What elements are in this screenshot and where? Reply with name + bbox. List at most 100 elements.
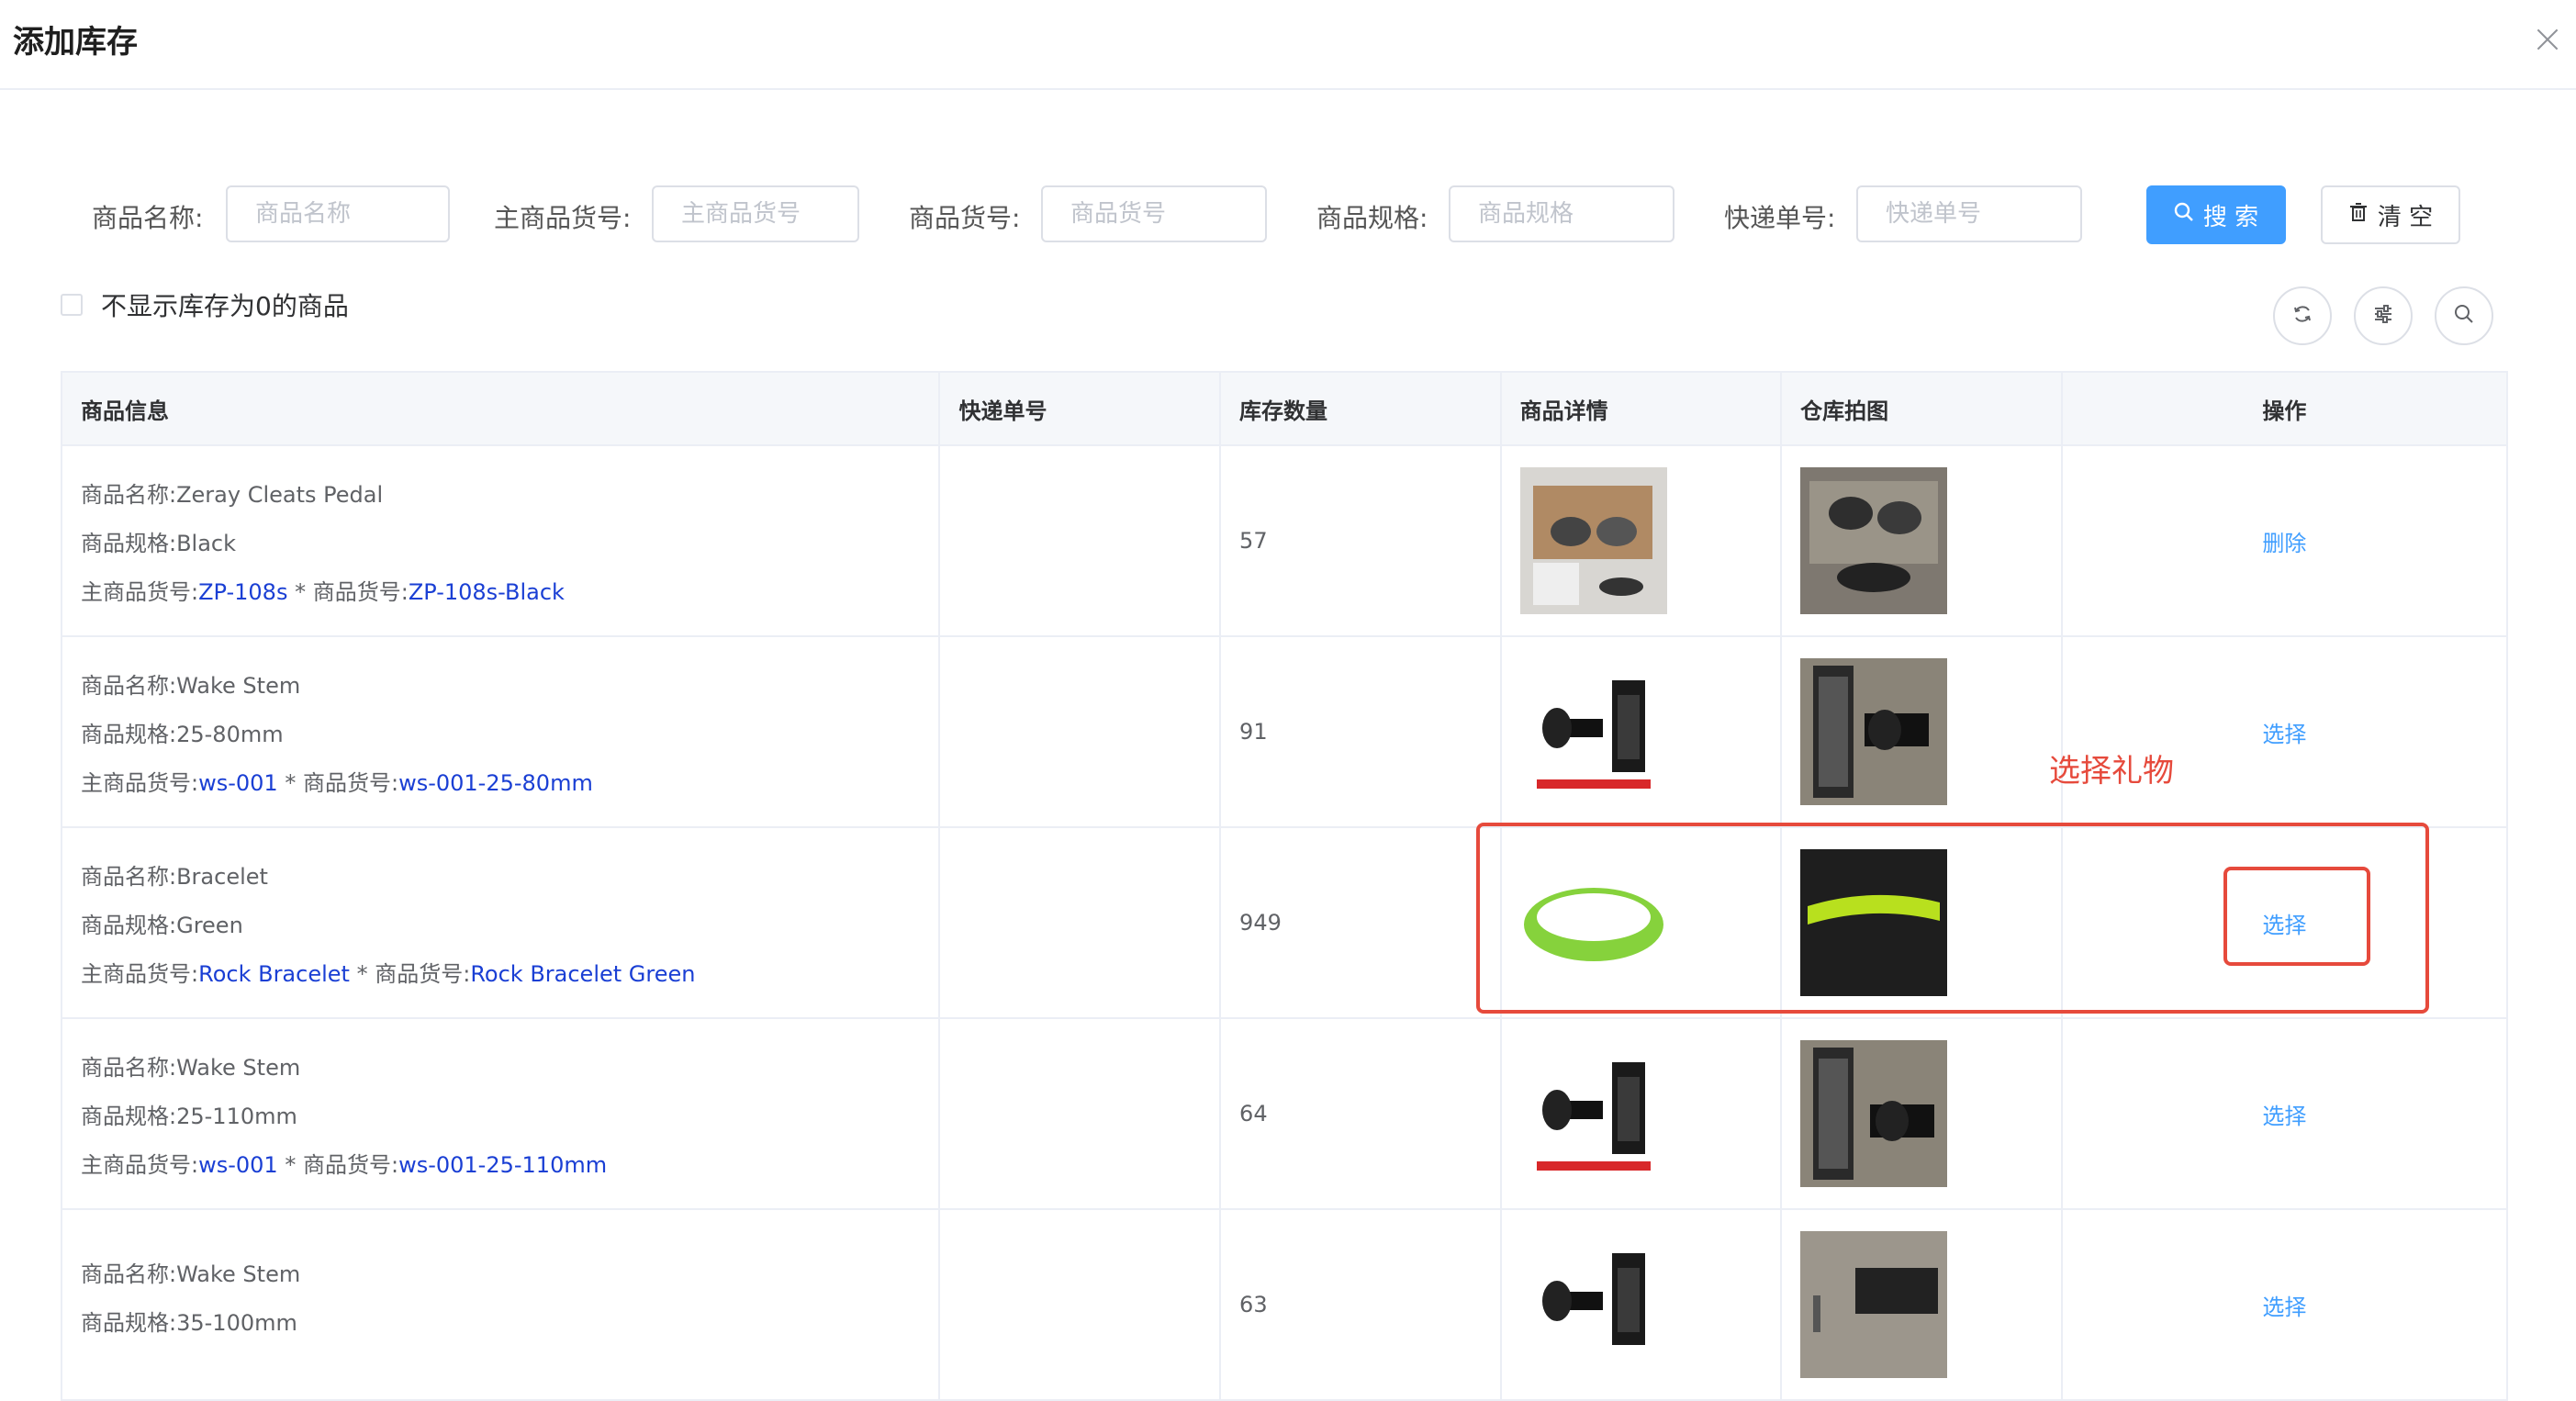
spec-label: 商品规格: [81, 530, 177, 556]
product-name: Wake Stem [176, 1261, 301, 1287]
main-sku: Rock Bracelet [198, 960, 350, 987]
stock-cell: 91 [1221, 637, 1502, 826]
name-label: 商品名称: [81, 481, 177, 508]
refresh-icon [2291, 303, 2313, 329]
warehouse-photo[interactable] [1800, 467, 1948, 614]
clear-button-label: 清 空 [2377, 203, 2434, 231]
product-info: 商品名称:Bracelet 商品规格:Green 主商品货号:Rock Brac… [81, 858, 695, 988]
main-sku: ZP-108s [198, 578, 288, 605]
filter-label-sku: 商品货号: [909, 203, 1021, 233]
hide-zero-stock-option[interactable]: 不显示库存为0的商品 [61, 286, 349, 323]
main-sku-label: 主商品货号: [81, 578, 199, 605]
table-header: 商品信息 快递单号 库存数量 商品详情 仓库拍图 操作 [62, 373, 2506, 446]
product-spec: 35-100mm [176, 1310, 297, 1336]
select-link[interactable]: 选择 [2262, 716, 2306, 748]
settings-sliders-icon [2372, 303, 2394, 329]
column-header-actions: 操作 [2262, 398, 2307, 424]
column-settings-button[interactable] [2354, 286, 2413, 345]
search-icon [2453, 303, 2475, 329]
product-detail-image[interactable] [1519, 467, 1667, 614]
main-sku: ws-001 [198, 769, 278, 796]
sku-label: 商品货号: [375, 960, 471, 987]
tracking-cell [940, 1019, 1222, 1208]
dialog-title: 添加库存 [13, 24, 138, 61]
product-name: Wake Stem [176, 672, 301, 699]
search-icon [2174, 201, 2194, 229]
column-header-product-info: 商品信息 [62, 373, 941, 444]
sku: ZP-108s-Black [408, 578, 565, 605]
dialog-header: 添加库存 [0, 0, 2576, 90]
product-info: 商品名称:Wake Stem 商品规格:35-100mm [81, 1256, 300, 1353]
product-detail-image[interactable] [1519, 1231, 1667, 1378]
spec-label: 商品规格: [81, 912, 177, 938]
select-link[interactable]: 选择 [2262, 1098, 2306, 1130]
sku-label: 商品货号: [302, 1151, 399, 1178]
product-name: Bracelet [176, 863, 268, 890]
tracking-cell [940, 637, 1222, 826]
product-info: 商品名称:Wake Stem 商品规格:25-80mm 主商品货号:ws-001… [81, 667, 593, 797]
spec-label: 商品规格: [81, 1103, 177, 1129]
toggle-search-button[interactable] [2435, 286, 2493, 345]
column-header-product-detail: 商品详情 [1502, 373, 1783, 444]
warehouse-photo[interactable] [1800, 658, 1948, 805]
sku-separator: * [287, 578, 313, 605]
sku-separator: * [277, 1151, 303, 1178]
delete-link[interactable]: 删除 [2262, 525, 2306, 557]
spec-label: 商品规格: [81, 1310, 177, 1336]
name-label: 商品名称: [81, 863, 177, 890]
main-sku-label: 主商品货号: [81, 960, 199, 987]
table-row: 商品名称:Wake Stem 商品规格:35-100mm 63 选择 [62, 1210, 2506, 1401]
name-label: 商品名称: [81, 672, 177, 699]
filter-label-tracking: 快递单号: [1724, 203, 1836, 233]
hide-zero-stock-checkbox[interactable] [61, 294, 83, 316]
main-sku-input[interactable] [652, 185, 859, 242]
tracking-input[interactable] [1856, 185, 2082, 242]
sku: ws-001-25-80mm [398, 769, 593, 796]
product-name: Wake Stem [176, 1054, 301, 1081]
search-button[interactable]: 搜 索 [2146, 185, 2286, 244]
main-sku: ws-001 [198, 1151, 278, 1178]
product-spec: Green [176, 912, 243, 938]
search-button-label: 搜 索 [2202, 203, 2259, 231]
product-detail-image[interactable] [1519, 658, 1667, 805]
warehouse-photo[interactable] [1800, 1231, 1948, 1378]
column-header-tracking: 快递单号 [940, 373, 1222, 444]
product-info: 商品名称:Zeray Cleats Pedal 商品规格:Black 主商品货号… [81, 476, 565, 606]
sku: Rock Bracelet Green [470, 960, 696, 987]
spec-label: 商品规格: [81, 721, 177, 747]
sku: ws-001-25-110mm [398, 1151, 608, 1178]
sku-input[interactable] [1041, 185, 1267, 242]
main-sku-label: 主商品货号: [81, 769, 199, 796]
column-header-stock: 库存数量 [1221, 373, 1502, 444]
filter-label-product-name: 商品名称: [92, 203, 204, 233]
sku-separator: * [349, 960, 375, 987]
tracking-cell [940, 1210, 1222, 1399]
table-row: 商品名称:Wake Stem 商品规格:25-80mm 主商品货号:ws-001… [62, 637, 2506, 828]
tracking-cell [940, 446, 1222, 635]
select-link[interactable]: 选择 [2262, 1289, 2306, 1321]
column-header-warehouse-photo: 仓库拍图 [1782, 373, 2063, 444]
table-row: 商品名称:Zeray Cleats Pedal 商品规格:Black 主商品货号… [62, 446, 2506, 637]
sku-label: 商品货号: [312, 578, 409, 605]
name-label: 商品名称: [81, 1054, 177, 1081]
sku-label: 商品货号: [302, 769, 399, 796]
product-name: Zeray Cleats Pedal [176, 481, 384, 508]
filter-label-main-sku: 主商品货号: [494, 203, 632, 233]
product-spec: Black [176, 530, 237, 556]
sku-separator: * [277, 769, 303, 796]
product-name-input[interactable] [226, 185, 450, 242]
tracking-cell [940, 828, 1222, 1017]
product-info: 商品名称:Wake Stem 商品规格:25-110mm 主商品货号:ws-00… [81, 1049, 607, 1179]
product-spec: 25-110mm [176, 1103, 297, 1129]
filter-label-spec: 商品规格: [1316, 203, 1428, 233]
spec-input[interactable] [1449, 185, 1674, 242]
close-icon[interactable] [2534, 26, 2561, 53]
annotation-label: 选择礼物 [2049, 753, 2174, 790]
clear-button[interactable]: 清 空 [2321, 185, 2460, 244]
warehouse-photo[interactable] [1800, 1040, 1948, 1187]
product-spec: 25-80mm [176, 721, 284, 747]
stock-cell: 64 [1221, 1019, 1502, 1208]
product-detail-image[interactable] [1519, 1040, 1667, 1187]
stock-cell: 949 [1221, 828, 1502, 1017]
refresh-button[interactable] [2273, 286, 2332, 345]
